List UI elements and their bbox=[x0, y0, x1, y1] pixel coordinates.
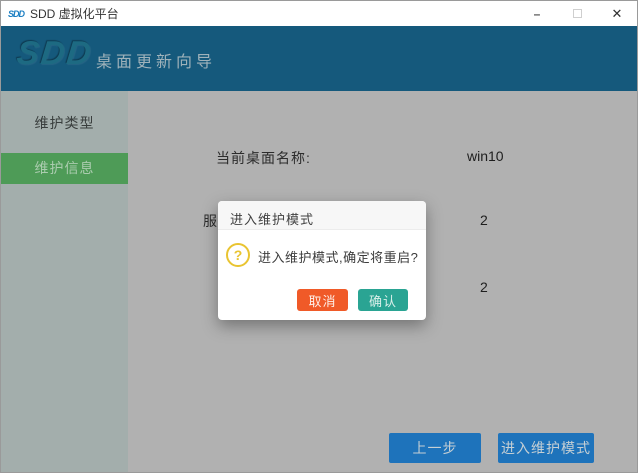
window-controls: – ✕ bbox=[517, 1, 637, 26]
window-title: SDD 虚拟化平台 bbox=[30, 5, 119, 22]
window-titlebar: SDD SDD 虚拟化平台 – ✕ bbox=[1, 1, 637, 26]
brand-logo: SDD bbox=[15, 34, 95, 72]
row3-value: 2 bbox=[480, 279, 488, 295]
enter-maintenance-mode-button[interactable]: 进入维护模式 bbox=[498, 433, 594, 463]
question-icon: ? bbox=[226, 243, 250, 267]
close-button[interactable]: ✕ bbox=[597, 1, 637, 26]
sidebar: 维护类型 维护信息 bbox=[1, 91, 128, 473]
desktop-name-label: 当前桌面名称: bbox=[216, 148, 311, 168]
page-title: 桌面更新向导 bbox=[96, 48, 216, 72]
sidebar-item-maintenance-type[interactable]: 维护类型 bbox=[1, 104, 128, 143]
previous-step-button[interactable]: 上一步 bbox=[389, 433, 481, 463]
confirm-dialog: 进入维护模式 ? 进入维护模式,确定将重启? 取消 确认 bbox=[218, 201, 426, 320]
minimize-button[interactable]: – bbox=[517, 1, 557, 26]
row2-value: 2 bbox=[480, 212, 488, 228]
dialog-body: ? 进入维护模式,确定将重启? bbox=[218, 230, 426, 288]
maximize-button[interactable] bbox=[557, 1, 597, 26]
maximize-icon bbox=[573, 9, 582, 18]
dialog-message: 进入维护模式,确定将重启? bbox=[258, 247, 418, 266]
cancel-button[interactable]: 取消 bbox=[297, 289, 348, 311]
sidebar-item-maintenance-info[interactable]: 维护信息 bbox=[1, 153, 128, 184]
app-window: SDD SDD 虚拟化平台 – ✕ SDD 桌面更新向导 维护类型 维护信息 当… bbox=[0, 0, 638, 473]
wizard-header: SDD 桌面更新向导 bbox=[1, 26, 637, 91]
confirm-button[interactable]: 确认 bbox=[358, 289, 408, 311]
desktop-name-value: win10 bbox=[467, 148, 504, 164]
row2-label-fragment: 服 bbox=[203, 211, 218, 231]
app-logo-icon: SDD bbox=[8, 9, 24, 19]
dialog-title: 进入维护模式 bbox=[218, 201, 426, 230]
